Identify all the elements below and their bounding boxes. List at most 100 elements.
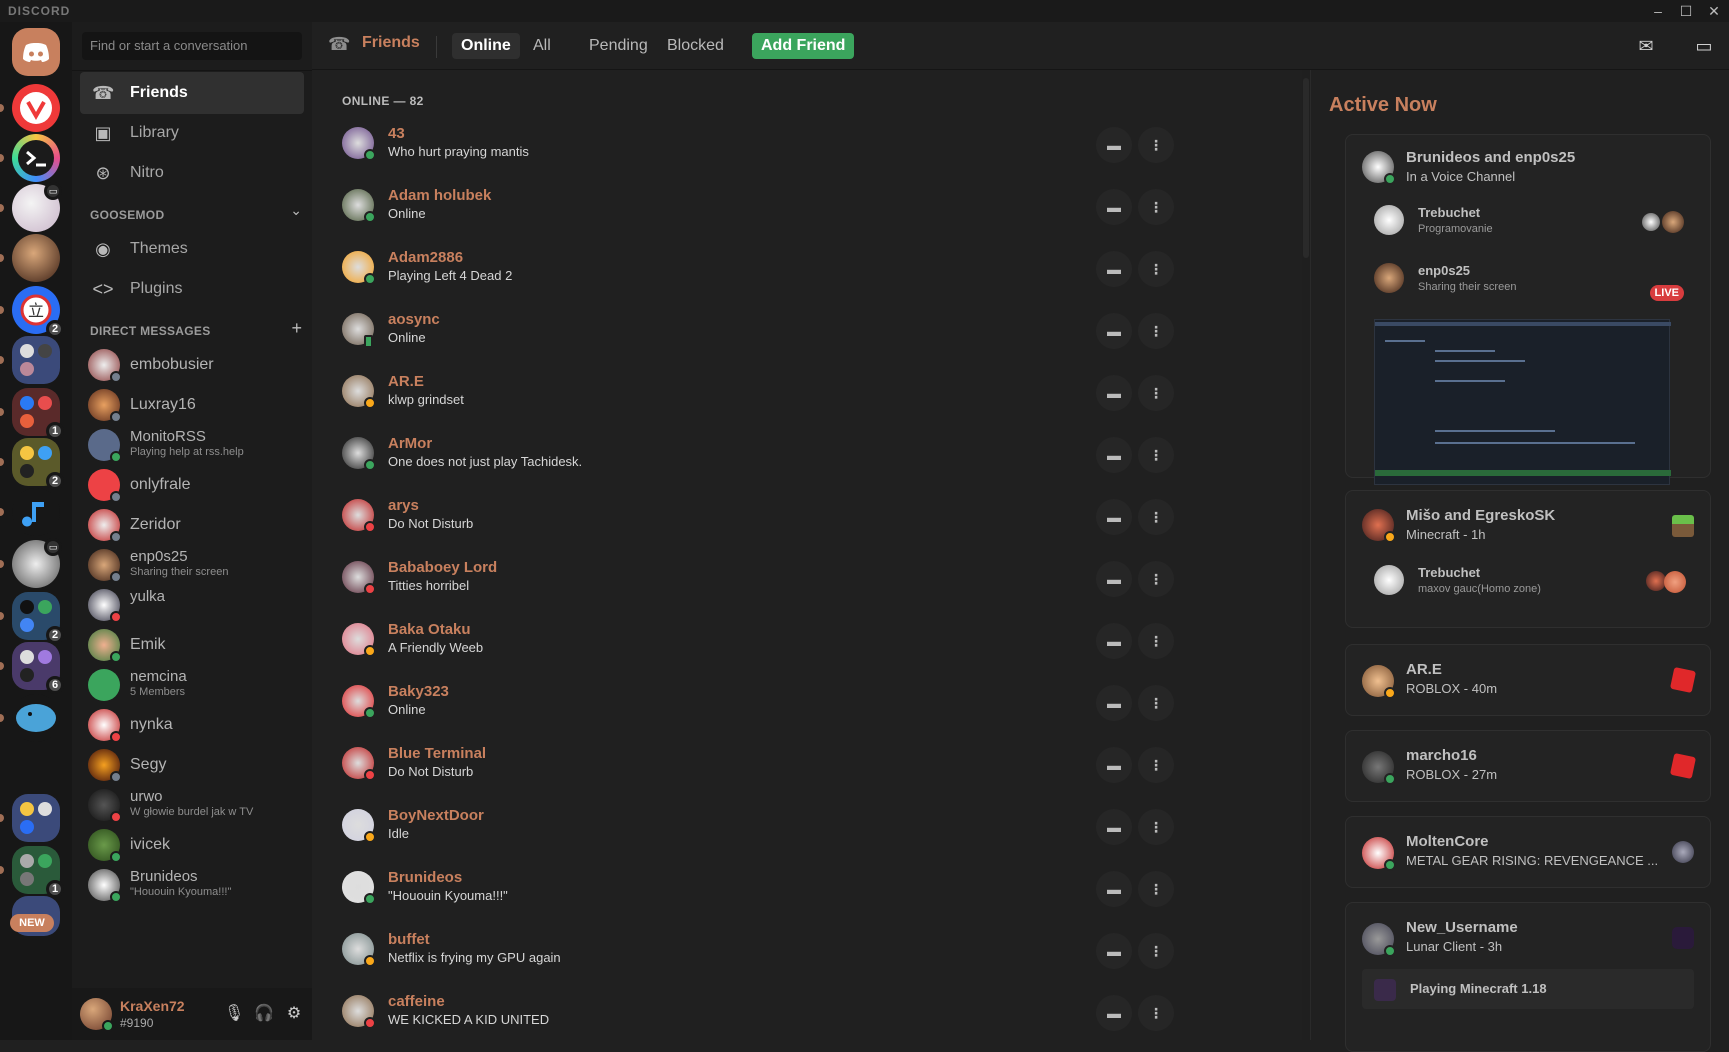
inbox-icon[interactable]: ▭ <box>1692 34 1716 58</box>
more-options-icon[interactable]: ⋮ <box>1138 809 1174 845</box>
more-options-icon[interactable]: ⋮ <box>1138 747 1174 783</box>
message-icon[interactable]: ▬ <box>1096 313 1132 349</box>
friend-row[interactable]: ArMor One does not just play Tachidesk. ▬ ⋮ <box>332 424 1292 486</box>
chevron-down-icon[interactable]: ⌄ <box>290 202 302 219</box>
friend-row[interactable]: AR.E klwp grindset ▬ ⋮ <box>332 362 1292 424</box>
activity-card-mgr[interactable]: MoltenCore METAL GEAR RISING: REVENGEANC… <box>1345 816 1711 888</box>
more-options-icon[interactable]: ⋮ <box>1138 437 1174 473</box>
tab-blocked[interactable]: Blocked <box>658 33 733 59</box>
new-group-dm-icon[interactable]: ✉ <box>1634 34 1658 58</box>
message-icon[interactable]: ▬ <box>1096 685 1132 721</box>
server-folder-4[interactable]: 2 <box>0 592 64 644</box>
friend-row[interactable]: Adam2886 Playing Left 4 Dead 2 ▬ ⋮ <box>332 238 1292 300</box>
dm-item[interactable]: enp0s25 Sharing their screen <box>80 544 304 586</box>
search-input[interactable]: Find or start a conversation <box>82 32 302 60</box>
dm-item[interactable]: Brunideos "Hououin Kyouma!!!" <box>80 864 304 906</box>
activity-card-roblox[interactable]: marcho16 ROBLOX - 27m <box>1345 730 1711 802</box>
headphones-icon[interactable]: 🎧 <box>254 1004 274 1024</box>
dm-item[interactable]: yulka <box>80 584 304 626</box>
more-options-icon[interactable]: ⋮ <box>1138 189 1174 225</box>
message-icon[interactable]: ▬ <box>1096 995 1132 1031</box>
more-options-icon[interactable]: ⋮ <box>1138 127 1174 163</box>
friend-row[interactable]: Baky323 Online ▬ ⋮ <box>332 672 1292 734</box>
dm-item[interactable]: Luxray16 <box>80 384 304 426</box>
more-options-icon[interactable]: ⋮ <box>1138 313 1174 349</box>
more-options-icon[interactable]: ⋮ <box>1138 995 1174 1031</box>
dm-item[interactable]: Emik <box>80 624 304 666</box>
friend-row[interactable]: arys Do Not Disturb ▬ ⋮ <box>332 486 1292 548</box>
dm-item[interactable]: onlyfrale <box>80 464 304 506</box>
more-options-icon[interactable]: ⋮ <box>1138 623 1174 659</box>
dm-item[interactable]: urwo W głowie burdel jak w TV <box>80 784 304 826</box>
friend-row[interactable]: aosync Online ▬ ⋮ <box>332 300 1292 362</box>
message-icon[interactable]: ▬ <box>1096 437 1132 473</box>
more-options-icon[interactable]: ⋮ <box>1138 685 1174 721</box>
stream-preview[interactable] <box>1374 319 1671 485</box>
friend-row[interactable]: caffeine WE KICKED A KID UNITED ▬ ⋮ <box>332 982 1292 1044</box>
maximize-button[interactable]: ☐ <box>1676 2 1696 20</box>
server-folder-2[interactable]: 1 <box>0 388 64 440</box>
home-button[interactable] <box>12 28 60 76</box>
friend-row[interactable]: Adam holubek Online ▬ ⋮ <box>332 176 1292 238</box>
more-options-icon[interactable]: ⋮ <box>1138 375 1174 411</box>
friend-row[interactable]: 43 Who hurt praying mantis ▬ ⋮ <box>332 114 1292 176</box>
more-options-icon[interactable]: ⋮ <box>1138 871 1174 907</box>
friend-row[interactable]: buffet Netflix is frying my GPU again ▬ ⋮ <box>332 920 1292 982</box>
dm-item[interactable]: Segy <box>80 744 304 786</box>
server-portrait[interactable] <box>0 234 60 282</box>
message-icon[interactable]: ▬ <box>1096 189 1132 225</box>
message-icon[interactable]: ▬ <box>1096 933 1132 969</box>
gear-icon[interactable]: ⚙ <box>284 1004 304 1024</box>
server-folder-6[interactable] <box>0 794 60 842</box>
nav-nitro[interactable]: ⊛ Nitro <box>80 152 304 194</box>
more-options-icon[interactable]: ⋮ <box>1138 499 1174 535</box>
nav-themes[interactable]: ◉ Themes <box>80 228 304 270</box>
server-music[interactable] <box>0 488 60 536</box>
server-folder-3[interactable]: 2 <box>0 438 64 490</box>
activity-card-voice[interactable]: Brunideos and enp0s25 In a Voice Channel… <box>1345 134 1711 485</box>
tab-pending[interactable]: Pending <box>580 33 657 59</box>
more-options-icon[interactable]: ⋮ <box>1138 561 1174 597</box>
dm-item[interactable]: nemcina 5 Members <box>80 664 304 706</box>
dm-item[interactable]: ivicek <box>80 824 304 866</box>
server-folder-7[interactable]: 1 <box>0 846 64 898</box>
message-icon[interactable]: ▬ <box>1096 127 1132 163</box>
more-options-icon[interactable]: ⋮ <box>1138 251 1174 287</box>
message-icon[interactable]: ▬ <box>1096 871 1132 907</box>
microphone-icon[interactable]: 🎙 <box>224 1004 244 1024</box>
activity-card-roblox[interactable]: AR.E ROBLOX - 40m <box>1345 644 1711 716</box>
more-options-icon[interactable]: ⋮ <box>1138 933 1174 969</box>
friend-row[interactable]: Baka Otaku A Friendly Weeb ▬ ⋮ <box>332 610 1292 672</box>
message-icon[interactable]: ▬ <box>1096 375 1132 411</box>
nav-plugins[interactable]: <> Plugins <box>80 268 304 310</box>
dm-item[interactable]: embobusier <box>80 344 304 386</box>
message-icon[interactable]: ▬ <box>1096 809 1132 845</box>
scrollbar-thumb[interactable] <box>1303 78 1309 258</box>
nav-friends[interactable]: ☎ Friends <box>80 72 304 114</box>
server-terminal[interactable] <box>0 134 60 182</box>
friend-row[interactable]: BoyNextDoor Idle ▬ ⋮ <box>332 796 1292 858</box>
message-icon[interactable]: ▬ <box>1096 623 1132 659</box>
add-friend-button[interactable]: Add Friend <box>752 33 855 59</box>
friend-row[interactable]: Blue Terminal Do Not Disturb ▬ ⋮ <box>332 734 1292 796</box>
message-icon[interactable]: ▬ <box>1096 251 1132 287</box>
dm-item[interactable]: Zeridor <box>80 504 304 546</box>
activity-card-minecraft[interactable]: Mišo and EgreskoSK Minecraft - 1h Trebuc… <box>1345 490 1711 628</box>
tab-all[interactable]: All <box>524 33 560 59</box>
create-dm-plus-icon[interactable]: + <box>291 318 302 339</box>
friend-row[interactable]: Bababoey Lord Titties horribel ▬ ⋮ <box>332 548 1292 610</box>
server-vivaldi[interactable] <box>0 84 60 132</box>
server-mascot[interactable]: ▭ <box>0 538 62 588</box>
message-icon[interactable]: ▬ <box>1096 499 1132 535</box>
server-anime[interactable]: ▭ <box>0 182 62 232</box>
server-elephant[interactable] <box>0 694 60 742</box>
tab-online[interactable]: Online <box>452 33 520 59</box>
dm-item[interactable]: nynka <box>80 704 304 746</box>
nav-library[interactable]: ▣ Library <box>80 112 304 154</box>
server-folder-5[interactable]: 6 <box>0 642 64 694</box>
friend-row[interactable]: Brunideos "Hououin Kyouma!!!" ▬ ⋮ <box>332 858 1292 920</box>
server-folder-1[interactable] <box>0 336 60 384</box>
message-icon[interactable]: ▬ <box>1096 561 1132 597</box>
minimize-button[interactable]: – <box>1648 2 1668 20</box>
server-blue-badge[interactable]: 立2 <box>0 286 64 338</box>
